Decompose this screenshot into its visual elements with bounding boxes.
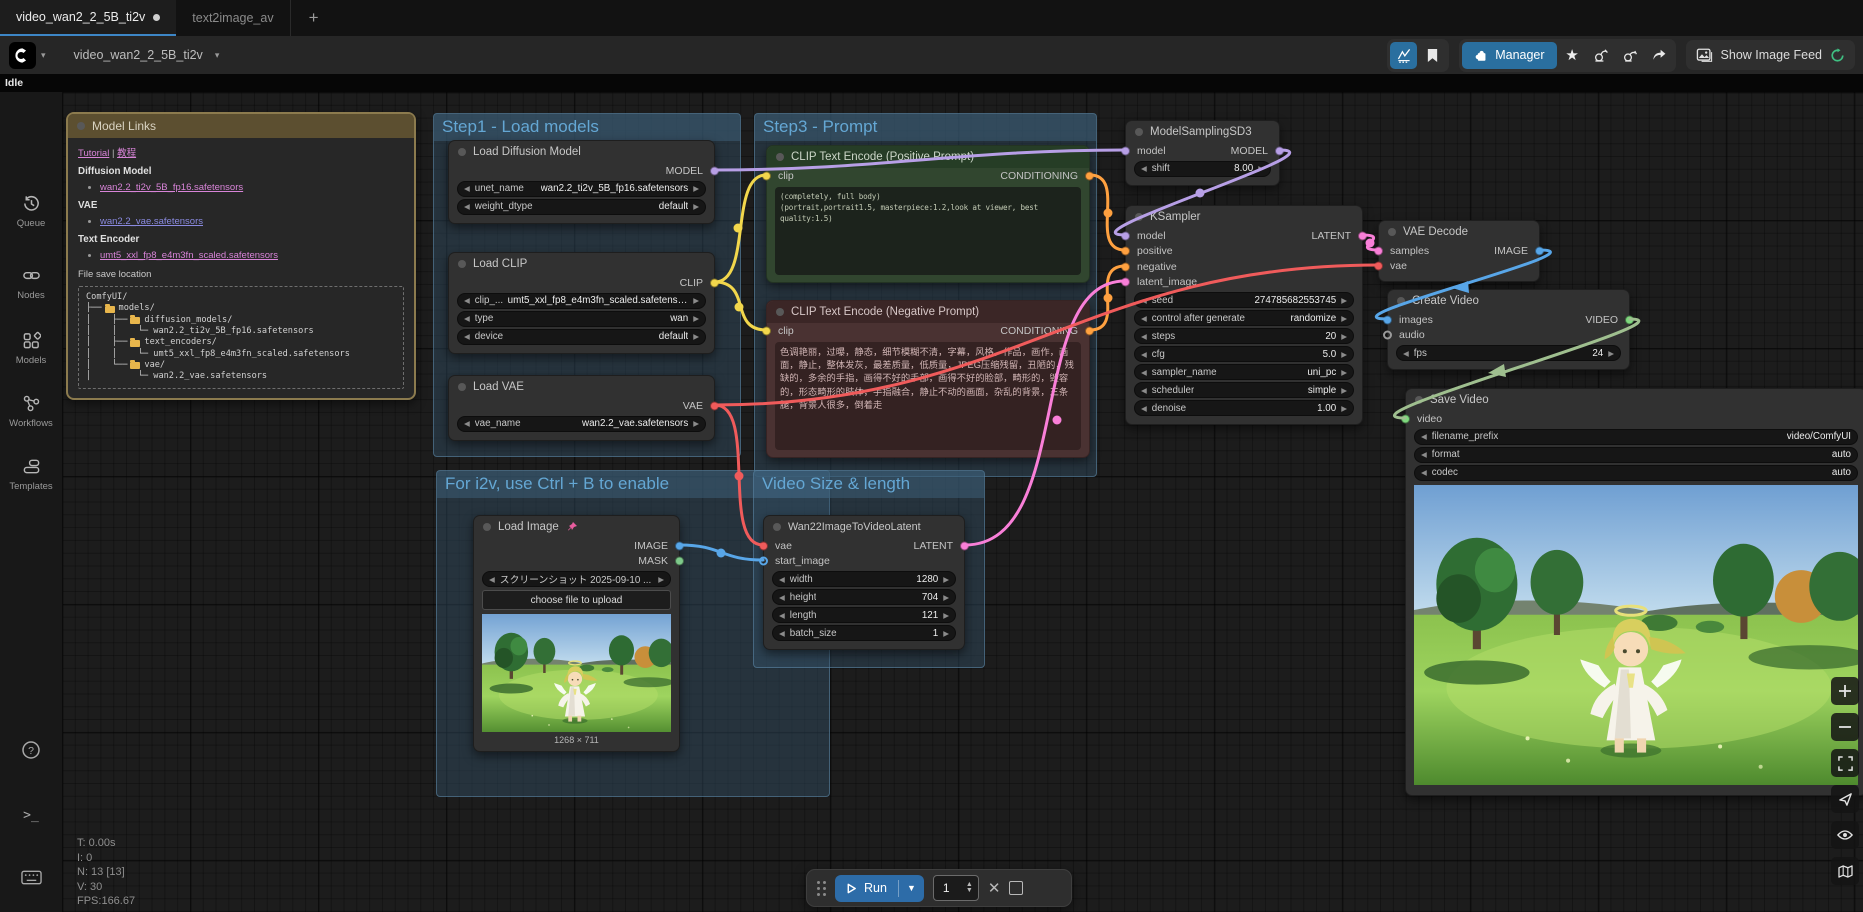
- perf-stats: T: 0.00s I: 0 N: 13 [13] V: 30 FPS:166.6…: [77, 836, 135, 909]
- terminal-button[interactable]: >_: [0, 808, 62, 823]
- link-layer: [0, 0, 1863, 912]
- stat-time: T: 0.00s: [77, 836, 135, 851]
- help-button[interactable]: ?: [0, 740, 62, 760]
- select-mode-button[interactable]: [1831, 785, 1859, 813]
- comfyui-logo: [9, 42, 36, 69]
- show-image-feed-label: Show Image Feed: [1721, 48, 1822, 62]
- eye-icon: [1837, 829, 1853, 841]
- puzzle-icon: [1474, 48, 1488, 62]
- show-image-feed-button[interactable]: Show Image Feed: [1686, 40, 1855, 70]
- link-nodes-icon: [20, 264, 42, 286]
- sidebar-item-workflows[interactable]: Workflows: [0, 392, 62, 429]
- sidebar-item-models[interactable]: Models: [0, 329, 62, 366]
- sidebar-item-label: Nodes: [17, 290, 44, 301]
- stat-nodes: N: 13 [13]: [77, 865, 135, 880]
- vacuum-icon: [1593, 47, 1609, 63]
- terminal-icon: >_: [23, 808, 39, 823]
- unsaved-indicator-dot: [153, 14, 160, 21]
- workflows-graph-icon: [20, 392, 42, 414]
- status-text: Idle: [5, 77, 23, 89]
- video-link: [1394, 319, 1638, 418]
- fit-view-icon: [1838, 756, 1853, 771]
- manager-button[interactable]: Manager: [1462, 42, 1556, 69]
- toggle-visibility-button[interactable]: [1831, 821, 1859, 849]
- image-feed-icon: [1696, 48, 1713, 63]
- templates-icon: [20, 455, 42, 477]
- shortcuts-button[interactable]: [0, 870, 62, 885]
- minus-icon: [1838, 720, 1852, 734]
- new-tab-button[interactable]: +: [291, 0, 337, 36]
- run-button[interactable]: Run ▼: [835, 875, 924, 902]
- model-link: [715, 150, 1125, 170]
- cursor-navigate-icon: [1838, 792, 1853, 807]
- sidebar-item-label: Models: [16, 355, 47, 366]
- chevron-down-icon: ▾: [215, 50, 220, 61]
- latent-link: [965, 281, 1125, 545]
- workflow-name: video_wan2_2_5B_ti2v: [74, 48, 203, 62]
- sidebar-item-label: Workflows: [9, 418, 53, 429]
- play-icon: [846, 883, 857, 894]
- batch-count-input[interactable]: 1 ▲▼: [933, 875, 979, 901]
- sidebar-item-templates[interactable]: Templates: [0, 455, 62, 492]
- help-icon: ?: [21, 740, 41, 760]
- share-arrow-icon: [1651, 47, 1667, 63]
- minimap-button[interactable]: [1831, 857, 1859, 885]
- cleaner-button-2[interactable]: [1617, 42, 1644, 69]
- decrement-icon[interactable]: ▼: [966, 888, 973, 894]
- tab-label: video_wan2_2_5B_ti2v: [16, 10, 145, 24]
- keyboard-icon: [21, 870, 42, 885]
- run-options-chevron-icon[interactable]: ▼: [899, 883, 924, 893]
- stat-i: I: 0: [77, 851, 135, 866]
- sidebar-item-label: Queue: [17, 218, 46, 229]
- sidebar-item-queue[interactable]: Queue: [0, 192, 62, 229]
- stat-v: V: 30: [77, 880, 135, 895]
- share-button[interactable]: [1646, 42, 1673, 69]
- zoom-out-button[interactable]: [1831, 713, 1859, 741]
- refresh-icon: [1830, 48, 1845, 63]
- tab-text2image-av[interactable]: text2image_av: [176, 0, 290, 36]
- bookmark-icon: [1426, 48, 1439, 63]
- favorites-button[interactable]: ★: [1559, 42, 1586, 69]
- bookmark-button[interactable]: [1419, 42, 1446, 69]
- vae-link: [715, 265, 1378, 405]
- vacuum-icon: [1622, 47, 1638, 63]
- sidebar-item-nodes[interactable]: Nodes: [0, 264, 62, 301]
- sidebar-item-label: Templates: [9, 481, 52, 492]
- graph-icon: [1396, 47, 1412, 63]
- svg-text:?: ?: [28, 745, 34, 757]
- cleaner-button-1[interactable]: [1588, 42, 1615, 69]
- workflow-name-menu[interactable]: video_wan2_2_5B_ti2v ▾: [74, 48, 220, 62]
- run-label: Run: [864, 881, 887, 895]
- chevron-down-icon: ▾: [41, 50, 46, 61]
- run-toolbar: Run ▼ 1 ▲▼ ✕: [806, 869, 1072, 907]
- app-menu-button[interactable]: ▾: [0, 42, 46, 69]
- tab-video-wan2-2-5b-ti2v[interactable]: video_wan2_2_5B_ti2v: [0, 0, 176, 36]
- stop-button[interactable]: [1009, 881, 1023, 895]
- plus-icon: [1838, 684, 1852, 698]
- manager-label: Manager: [1495, 48, 1544, 62]
- stat-fps: FPS:166.67: [77, 894, 135, 909]
- tab-label: text2image_av: [192, 11, 273, 25]
- models-grid-icon: [20, 329, 42, 351]
- queue-history-icon: [20, 192, 42, 214]
- batch-count-value: 1: [934, 881, 966, 895]
- graph-view-button[interactable]: [1390, 42, 1417, 69]
- drag-handle[interactable]: [817, 881, 826, 896]
- zoom-in-button[interactable]: [1831, 677, 1859, 705]
- clear-queue-button[interactable]: ✕: [988, 879, 1001, 897]
- star-icon: ★: [1565, 46, 1578, 64]
- map-icon: [1838, 865, 1853, 878]
- fit-view-button[interactable]: [1831, 749, 1859, 777]
